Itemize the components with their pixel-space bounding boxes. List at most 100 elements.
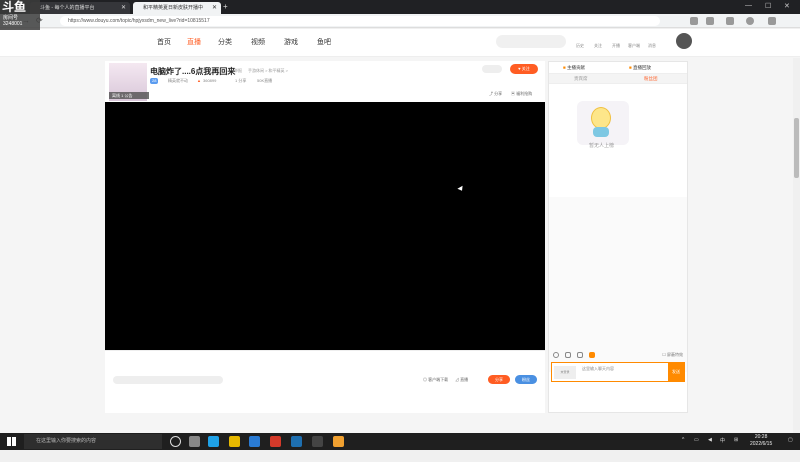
- file-explorer-icon[interactable]: [229, 436, 240, 447]
- mouse-cursor-icon: [457, 185, 465, 193]
- clock-date: 2022/6/15: [750, 441, 773, 447]
- extension-icon[interactable]: [690, 17, 698, 25]
- live-link[interactable]: ⊿ 直播: [455, 377, 468, 383]
- nav-live[interactable]: 直播: [187, 37, 201, 47]
- page-scrollbar[interactable]: [793, 58, 800, 462]
- player-panel: 离线 1 公告 电脑炸了....6点我再回来 举报 手游休闲 > 和平精英 > …: [105, 61, 545, 413]
- live-label: 直播: [460, 377, 469, 382]
- mascot-face-icon: [591, 107, 611, 129]
- app-icon-3[interactable]: [312, 436, 323, 447]
- store-icon[interactable]: [249, 436, 260, 447]
- follow-label: 关注: [521, 66, 530, 71]
- follow-link[interactable]: 关注: [594, 43, 602, 49]
- browser-tab-1[interactable]: 斗鱼 - 每个人的直播平台 ✕: [30, 2, 130, 14]
- nav-category[interactable]: 分类: [218, 37, 232, 47]
- nav-home[interactable]: 首页: [157, 37, 171, 47]
- emoji-icon[interactable]: [553, 352, 559, 358]
- share-action[interactable]: ⤴ 分享: [489, 91, 502, 97]
- share-label: 分享: [494, 91, 503, 96]
- anchor-contribution-link[interactable]: ■ 主播贡献: [563, 65, 585, 71]
- taskbar-search-input[interactable]: 在这里输入你要搜索的内容: [24, 434, 162, 449]
- stream-watermark: 斗鱼 房间号 3248001: [0, 0, 40, 30]
- nav-video[interactable]: 视频: [251, 37, 265, 47]
- url-input[interactable]: https://www.douyu.com/topic/hpjyxsdm_new…: [60, 16, 660, 26]
- collections-icon[interactable]: [726, 17, 734, 25]
- mask-effects-toggle[interactable]: ☐ 屏蔽特效: [662, 352, 683, 358]
- hours-value: 50K直播: [257, 78, 273, 83]
- gift-icon[interactable]: [565, 352, 571, 358]
- message-link[interactable]: 消息: [648, 43, 656, 49]
- welfare-label: 福利抢购: [516, 91, 533, 96]
- system-clock[interactable]: 20:28 2022/6/15: [750, 434, 772, 448]
- report-link[interactable]: 举报: [234, 68, 242, 74]
- nav-game[interactable]: 游戏: [284, 37, 298, 47]
- fans-button[interactable]: 粉丝: [515, 375, 537, 384]
- ime-mode-icon[interactable]: ⊞: [734, 437, 738, 443]
- favorites-icon[interactable]: [706, 17, 714, 25]
- crown-icon: ■: [563, 65, 566, 70]
- side-panel: ■ 主播贡献 ■ 直播回放 贵宾席 粉丝团 暂无人上榜 ☐ 屏蔽特效 未登录 这…: [548, 61, 688, 413]
- footer-search-bar[interactable]: [113, 376, 223, 384]
- share-count: 1 分享: [235, 78, 247, 83]
- new-tab-icon[interactable]: +: [223, 2, 228, 12]
- address-bar: ← → ⟳ https://www.douyu.com/topic/hpjyxs…: [0, 14, 800, 28]
- app-icon-2[interactable]: [291, 436, 302, 447]
- user-avatar[interactable]: [676, 33, 692, 49]
- windows-taskbar: 在这里输入你要搜索的内容 ^ ▭ ◀ 中 ⊞ 20:28 2022/6/15 ▢: [0, 433, 800, 450]
- notification-icon[interactable]: ▢: [788, 437, 793, 443]
- chat-user-avatar[interactable]: 未登录: [554, 366, 576, 379]
- replay-label: 直播回放: [632, 65, 651, 70]
- profile-icon[interactable]: [746, 17, 754, 25]
- history-link[interactable]: 历史: [576, 43, 584, 49]
- menu-icon[interactable]: [768, 17, 776, 25]
- empty-rank-text: 暂无人上榜: [589, 143, 615, 149]
- task-view-icon[interactable]: [170, 436, 181, 447]
- follow-button[interactable]: ♥ 关注: [510, 64, 538, 74]
- side-top-links: ■ 主播贡献 ■ 直播回放: [549, 62, 687, 74]
- mask-effects-label: 屏蔽特效: [667, 352, 683, 357]
- live-replay-link[interactable]: ■ 直播回放: [629, 65, 651, 71]
- video-player[interactable]: [105, 102, 545, 350]
- night-mode-toggle[interactable]: [482, 65, 502, 73]
- search-input[interactable]: [496, 35, 566, 48]
- tray-chevron-icon[interactable]: ^: [682, 437, 684, 443]
- level-badge: 28: [150, 78, 159, 84]
- close-icon[interactable]: ✕: [121, 2, 126, 14]
- chat-input[interactable]: 这里输入聊天内容: [582, 366, 614, 372]
- ime-icon[interactable]: 中: [720, 437, 725, 444]
- broadcast-link[interactable]: 开播: [612, 43, 620, 49]
- player-footer: ◎ 客户端下载 ⊿ 直播 分享 粉丝: [105, 350, 545, 413]
- maximize-icon[interactable]: ☐: [765, 2, 771, 10]
- tab-fan-club[interactable]: 粉丝团: [644, 76, 658, 82]
- tab-title: 斗鱼 - 每个人的直播平台: [40, 5, 95, 11]
- share-button[interactable]: 分享: [488, 375, 510, 384]
- client-download-link[interactable]: ◎ 客户端下载: [423, 377, 448, 383]
- tag-text: 精英就不动: [168, 78, 188, 83]
- multitask-icon[interactable]: [189, 436, 200, 447]
- volume-icon[interactable]: ◀: [708, 437, 712, 443]
- tab-vip-seats[interactable]: 贵宾席: [574, 76, 588, 82]
- welfare-action[interactable]: ▣ 福利抢购: [511, 91, 532, 97]
- send-button[interactable]: 发送: [668, 363, 684, 381]
- minimize-icon[interactable]: —: [745, 2, 752, 9]
- fire-icon: ▲: [197, 78, 201, 83]
- speaker-icon[interactable]: [577, 352, 583, 358]
- client-link[interactable]: 客户端: [628, 43, 640, 49]
- tab-title: 和平精英夏日新皮肤开播中: [143, 5, 204, 11]
- room-title: 电脑炸了....6点我再回来: [150, 67, 236, 76]
- fire-icon[interactable]: [589, 352, 595, 358]
- scrollbar-thumb[interactable]: [794, 118, 799, 178]
- avatar-status-bar: 离线 1 公告: [109, 92, 149, 99]
- windows-start-icon[interactable]: [7, 437, 16, 446]
- network-icon[interactable]: ▭: [694, 437, 699, 443]
- app-icon[interactable]: [270, 436, 281, 447]
- browser-tab-2[interactable]: 和平精英夏日新皮肤开播中 ✕: [133, 2, 221, 14]
- category-breadcrumb[interactable]: 手游休闲 > 和平精英 >: [248, 68, 288, 74]
- chat-messages[interactable]: [549, 197, 687, 372]
- app-icon-4[interactable]: [333, 436, 344, 447]
- edge-icon[interactable]: [208, 436, 219, 447]
- side-tabs: 贵宾席 粉丝团: [549, 74, 687, 84]
- close-icon[interactable]: ✕: [212, 2, 217, 14]
- close-window-icon[interactable]: ✕: [784, 2, 790, 10]
- nav-fishbar[interactable]: 鱼吧: [317, 37, 331, 47]
